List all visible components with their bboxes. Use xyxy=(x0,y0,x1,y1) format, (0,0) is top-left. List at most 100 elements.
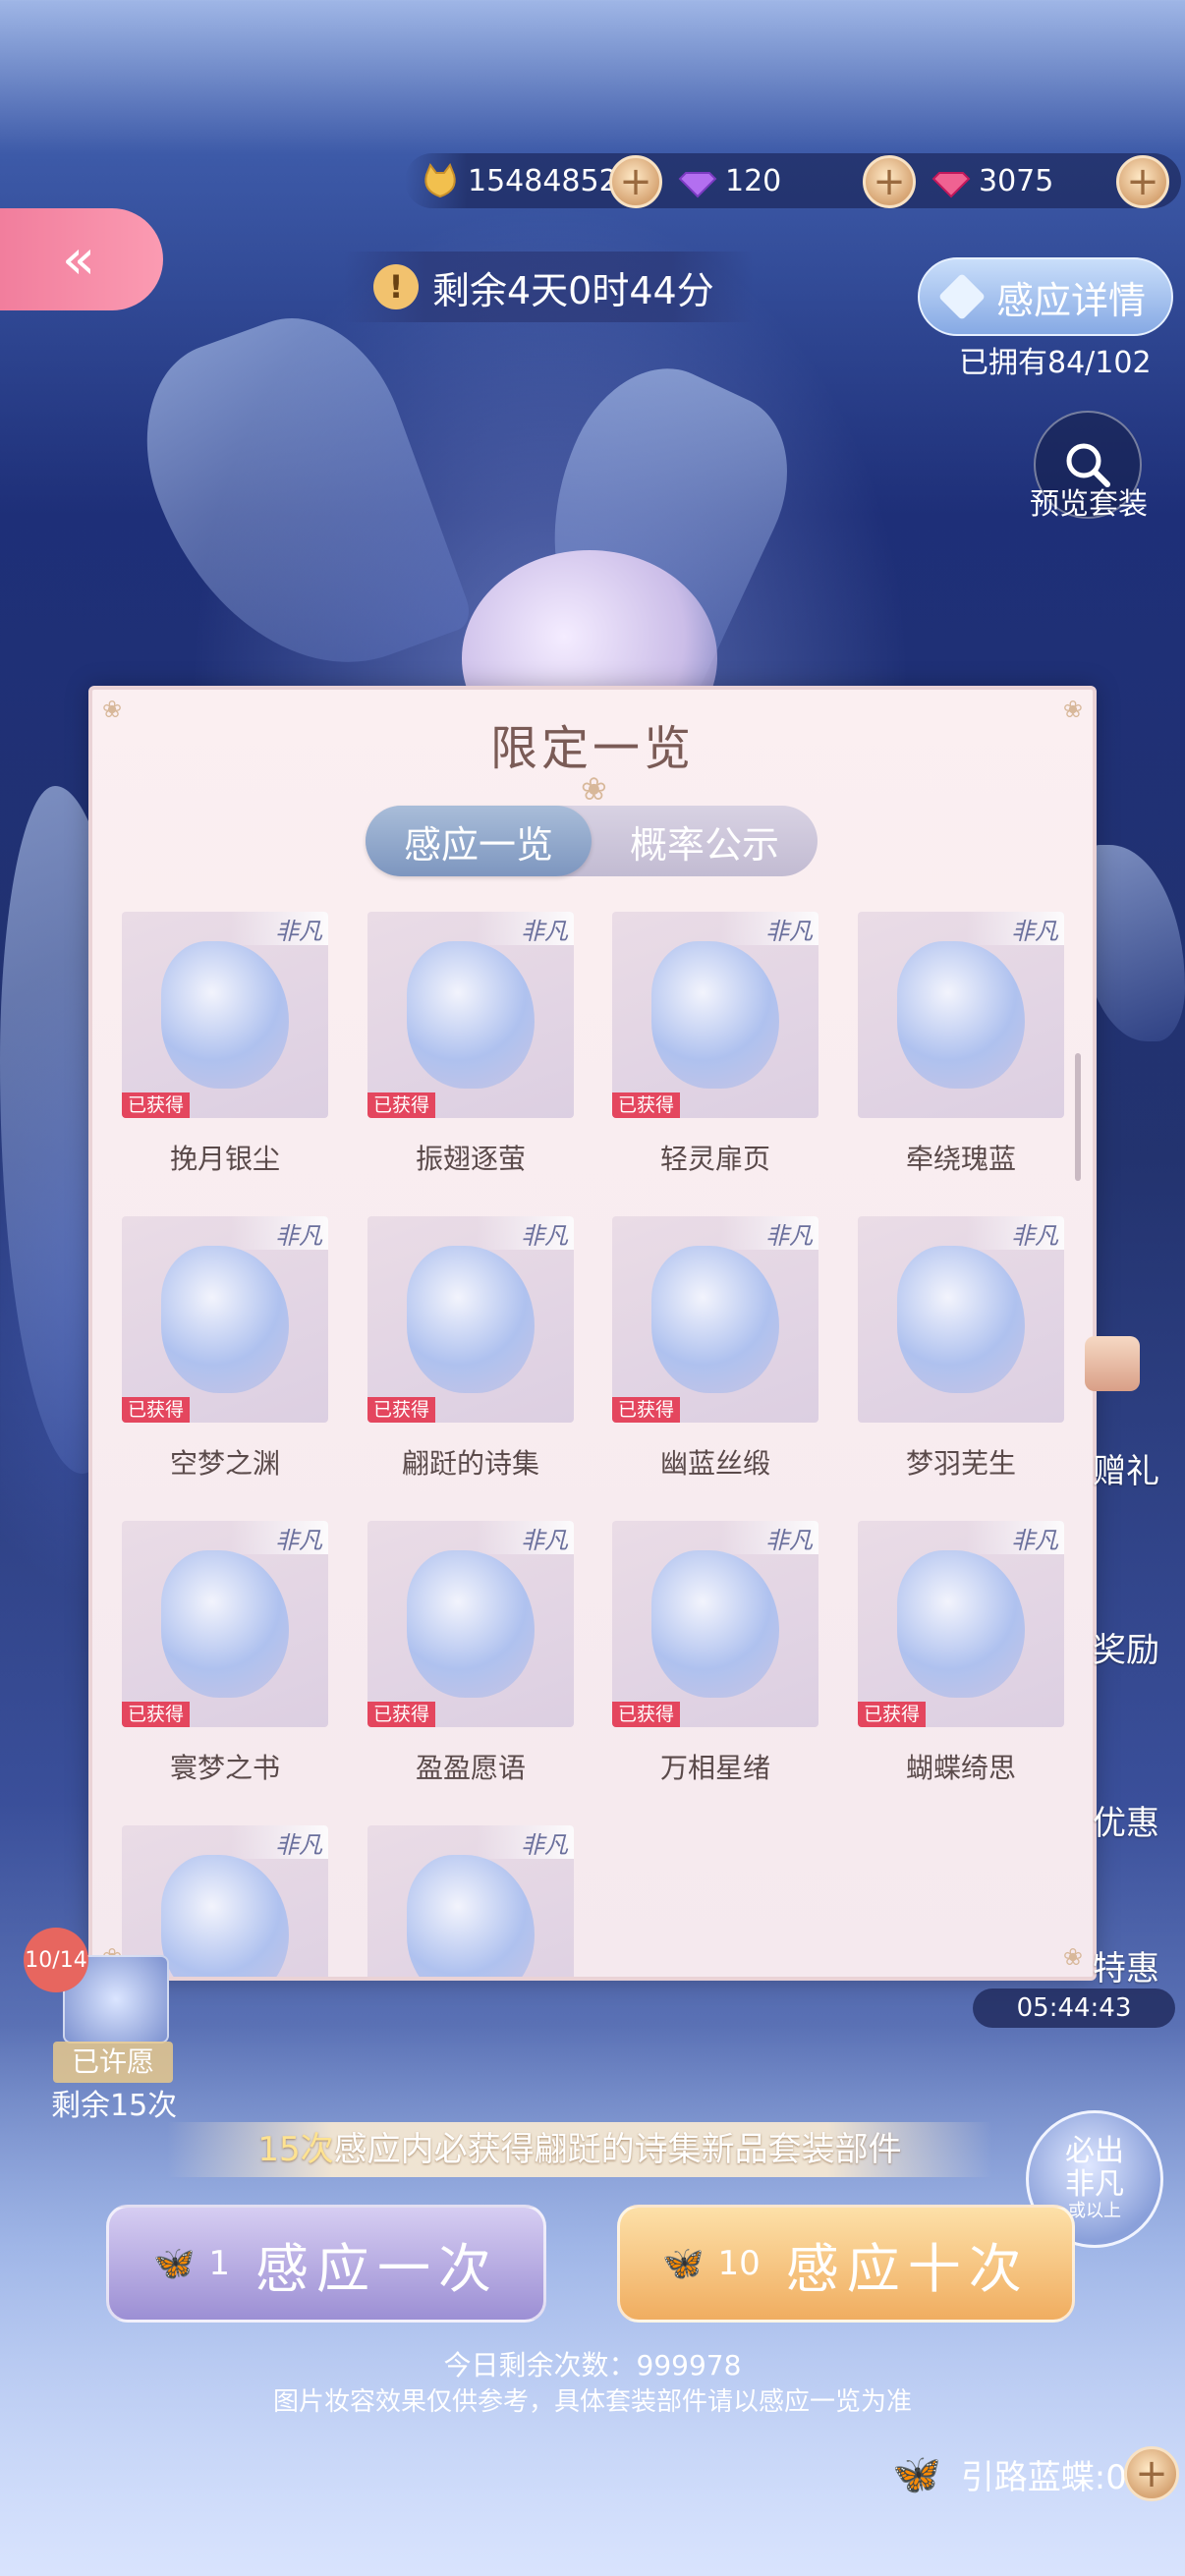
tab-induction-list[interactable]: 感应一览 xyxy=(366,806,592,876)
wish-progress-badge: 10/14 xyxy=(24,1928,88,1992)
corner-flower-icon: ❀ xyxy=(1062,1943,1083,1971)
item-art xyxy=(407,941,535,1089)
induction-details-button[interactable]: 感应详情 xyxy=(918,257,1173,336)
item-art xyxy=(161,941,289,1089)
item-art xyxy=(161,1246,289,1393)
owned-tag: 已获得 xyxy=(367,1092,436,1118)
item-art xyxy=(897,1246,1025,1393)
item-card[interactable]: 非凡 已获得 盈盈愿语 xyxy=(367,1521,574,1792)
item-card[interactable]: 非凡 已获得 空梦之渊 xyxy=(122,1216,328,1487)
pink-gem-counter: 3075 xyxy=(931,153,1053,208)
item-card[interactable]: 非凡 已获得 幽蓝丝缎 xyxy=(612,1216,818,1487)
special-offer-timer: 05:44:43 xyxy=(973,1988,1175,2028)
badge-top: 必出 xyxy=(1065,2134,1124,2168)
modal-tabs: 感应一览 概率公示 xyxy=(366,806,818,876)
rarity-tag: 非凡 xyxy=(230,1216,328,1250)
item-name: 幽蓝丝缎 xyxy=(659,1447,770,1480)
pink-gem-icon xyxy=(931,172,971,198)
butterfly-icon: 🦋 xyxy=(662,2244,705,2283)
item-card[interactable]: 非凡 已获得 万相星绪 xyxy=(612,1521,818,1792)
item-card[interactable]: 非凡 已获得 轻灵扉页 xyxy=(612,912,818,1183)
item-card[interactable]: 非凡已获得 振翅逐萤 xyxy=(367,912,574,1183)
item-art xyxy=(651,1550,779,1698)
diamond-counter: 120 xyxy=(678,153,781,208)
item-name: 空梦之渊 xyxy=(169,1447,280,1480)
item-thumbnail: 非凡 已获得 xyxy=(122,1521,328,1727)
gift-entry-label[interactable]: 赠礼 xyxy=(1093,1444,1185,1492)
item-name: 寰梦之书 xyxy=(169,1752,280,1784)
item-name: 蝴蝶绮思 xyxy=(905,1752,1016,1784)
rarity-tag: 非凡 xyxy=(476,912,574,945)
timer-text: 剩余4天0时44分 xyxy=(432,268,714,312)
owned-tag: 已获得 xyxy=(858,1702,927,1727)
coin-value: 15484852 xyxy=(468,163,618,198)
owned-tag: 已获得 xyxy=(122,1092,191,1118)
item-name: 万相星绪 xyxy=(659,1752,770,1784)
item-art xyxy=(651,1246,779,1393)
item-thumbnail: 非凡 xyxy=(858,912,1064,1118)
item-name: 振翅逐萤 xyxy=(415,1143,526,1175)
add-coins-button[interactable]: + xyxy=(609,155,662,208)
guarantee-count: 15次 xyxy=(257,2130,334,2169)
item-card[interactable]: 非凡 已获得 蝴蝶绮思 xyxy=(858,1521,1064,1792)
induction-details-label: 感应详情 xyxy=(995,278,1146,322)
add-pink-gems-button[interactable]: + xyxy=(1116,155,1169,208)
draw-ten-cost: 10 xyxy=(717,2244,761,2283)
discount-entry-label[interactable]: 优惠 xyxy=(1093,1796,1185,1844)
item-name: 轻灵扉页 xyxy=(659,1143,770,1175)
modal-scrollbar[interactable] xyxy=(1075,1053,1081,1181)
draw-ten-button[interactable]: 🦋 10 感应十次 xyxy=(617,2205,1075,2323)
wished-label: 已许愿 xyxy=(53,2042,173,2083)
reward-entry-label[interactable]: 奖励 xyxy=(1093,1623,1185,1671)
event-timer: ! 剩余4天0时44分 xyxy=(344,252,754,322)
coin-counter: 15484852 xyxy=(421,153,618,208)
owned-count: 已拥有84/102 xyxy=(959,346,1152,380)
item-art xyxy=(161,1855,289,1977)
exclamation-icon: ! xyxy=(373,264,419,309)
draw-ten-label: 感应十次 xyxy=(785,2237,1030,2300)
guarantee-banner: 15次感应内必获得翩跹的诗集新品套装部件 xyxy=(167,2122,992,2177)
background-wing-left xyxy=(114,291,476,711)
back-button[interactable]: « xyxy=(0,208,163,310)
item-art xyxy=(651,941,779,1089)
tab-probability[interactable]: 概率公示 xyxy=(592,806,818,876)
diamond-value: 120 xyxy=(725,163,782,198)
rarity-tag: 非凡 xyxy=(230,1521,328,1554)
item-thumbnail: 非凡 xyxy=(367,1825,574,1977)
item-name: 梦羽芜生 xyxy=(905,1447,1016,1480)
item-thumbnail: 非凡 已获得 xyxy=(122,1216,328,1423)
item-thumbnail: 非凡 已获得 xyxy=(367,1216,574,1423)
owned-tag: 已获得 xyxy=(367,1397,436,1423)
cat-coin-icon xyxy=(424,162,456,198)
rarity-tag: 非凡 xyxy=(966,912,1064,945)
rarity-tag: 非凡 xyxy=(476,1521,574,1554)
item-card[interactable]: 非凡 已获得 翩跹的诗集 xyxy=(367,1216,574,1487)
add-diamonds-button[interactable]: + xyxy=(863,155,916,208)
add-guide-butterfly-button[interactable]: + xyxy=(1124,2446,1179,2501)
rarity-tag: 非凡 xyxy=(476,1825,574,1859)
item-card[interactable]: 非凡 xyxy=(367,1825,574,1977)
guide-butterfly-label: 引路蓝蝶:0 xyxy=(960,2457,1127,2497)
owned-tag: 已获得 xyxy=(612,1397,681,1423)
diamond-icon xyxy=(937,272,987,321)
item-thumbnail: 非凡 已获得 xyxy=(612,1216,818,1423)
item-card[interactable]: 非凡 已获得 寰梦之书 xyxy=(122,1521,328,1792)
item-name: 挽月银尘 xyxy=(169,1143,280,1175)
item-art xyxy=(407,1246,535,1393)
item-card[interactable]: 非凡 已获得 挽月银尘 xyxy=(122,912,328,1183)
rarity-tag: 非凡 xyxy=(966,1216,1064,1250)
butterfly-icon: 🦋 xyxy=(892,2451,941,2497)
item-art xyxy=(161,1550,289,1698)
purple-diamond-icon xyxy=(678,172,717,198)
wish-remaining: 剩余15次 xyxy=(51,2089,178,2123)
item-thumbnail: 非凡 已获得 xyxy=(858,1521,1064,1727)
preview-outfit-label: 预览套装 xyxy=(1030,487,1148,522)
special-offer-entry-label[interactable]: 特惠 xyxy=(1093,1941,1185,1989)
item-name: 牵绕瑰蓝 xyxy=(905,1143,1016,1175)
item-card[interactable]: 非凡 梦羽芜生 xyxy=(858,1216,1064,1487)
gift-icon[interactable] xyxy=(1085,1336,1140,1391)
draw-once-button[interactable]: 🦋 1 感应一次 xyxy=(106,2205,546,2323)
owned-tag: 已获得 xyxy=(367,1702,436,1727)
item-card[interactable]: 非凡 牵绕瑰蓝 xyxy=(858,912,1064,1183)
rarity-tag: 非凡 xyxy=(720,1521,818,1554)
